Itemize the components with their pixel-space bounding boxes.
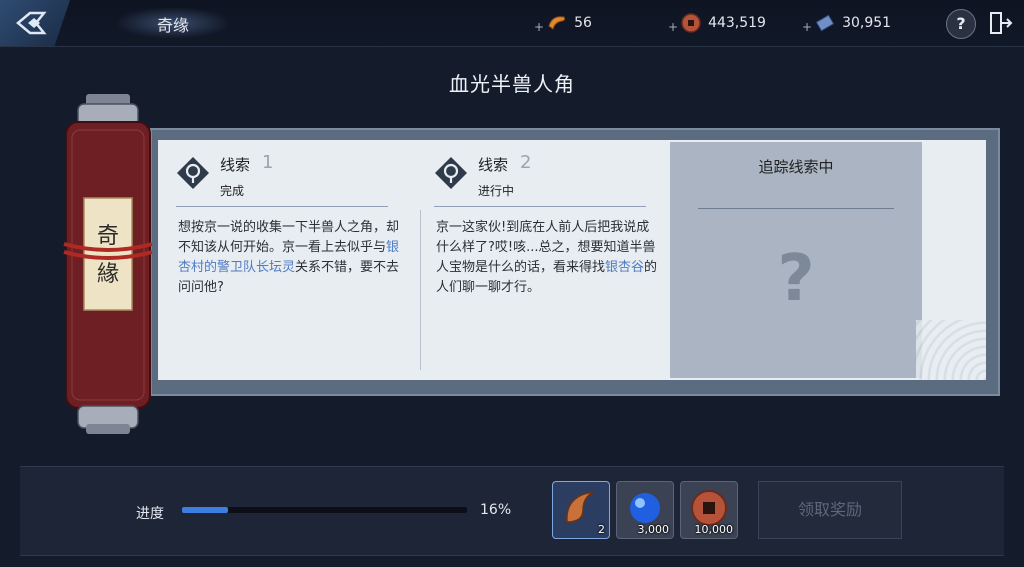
reward-slot-orb[interactable]: 3,000 [616, 481, 674, 539]
horn-count: 56 [574, 15, 592, 31]
help-button[interactable]: ? [946, 9, 976, 39]
clue-highlight: 银杏谷 [605, 260, 645, 275]
clue-panel-inner: 线索 1 完成 想按京一说的收集一下半兽人之角，却不知该从何开始。京一看上去似乎… [158, 140, 986, 380]
resource-copper[interactable]: + 443,519 [668, 10, 766, 36]
reward-slot-horn[interactable]: 2 [552, 481, 610, 539]
progress-percent: 16% [480, 502, 512, 518]
resource-horn[interactable]: + 56 [534, 10, 592, 36]
back-arrow-icon [16, 11, 47, 35]
add-icon[interactable]: + [534, 20, 544, 34]
unknown-clue-icon: ? [777, 242, 815, 316]
clue-text: 想按京一说的收集一下半兽人之角，却不知该从何开始。京一看上去似乎与 [178, 220, 400, 255]
horn-icon [548, 16, 566, 30]
progress-label: 进度 [136, 506, 164, 522]
progress-fill [182, 507, 228, 513]
bottom-bar: 进度 16% 2 3,000 10,000 领取奖励 [20, 466, 1004, 556]
magnifier-icon [435, 157, 467, 189]
clue-description: 想按京一说的收集一下半兽人之角，却不知该从何开始。京一看上去似乎与银杏村的警卫队… [178, 218, 404, 298]
back-button[interactable] [0, 0, 70, 46]
top-bar: 奇缘 + 56 + 443,519 + 30,951 ? [0, 0, 1024, 47]
clue-label: 线索 [220, 156, 251, 174]
ticket-icon [815, 14, 835, 32]
clue-status: 进行中 [478, 184, 515, 198]
divider [434, 206, 646, 207]
clue-card-2[interactable]: 线索 2 进行中 京一这家伙!到底在人前人后把我说成什么样了?哎!咳...总之，… [416, 140, 674, 380]
clue-card-1[interactable]: 线索 1 完成 想按京一说的收集一下半兽人之角，却不知该从何开始。京一看上去似乎… [158, 140, 416, 380]
reward-count: 3,000 [637, 523, 670, 536]
reward-count: 10,000 [694, 523, 734, 536]
copper-count: 443,519 [708, 15, 766, 31]
clue-label: 线索 [478, 156, 509, 174]
scroll-label: 奇 緣 [96, 224, 119, 287]
divider [698, 208, 894, 209]
magnifier-icon [177, 157, 209, 189]
copper-coin-icon [681, 13, 701, 33]
tab-qiyuan: 奇缘 [118, 8, 228, 38]
clue-number: 1 [262, 152, 274, 173]
tracking-clue-card[interactable]: 追踪线索中 ? [670, 142, 922, 378]
clue-panel: 线索 1 完成 想按京一说的收集一下半兽人之角，却不知该从何开始。京一看上去似乎… [150, 128, 1000, 396]
tab-title: 奇缘 [156, 16, 189, 35]
clue-number: 2 [520, 152, 532, 173]
reward-count: 2 [598, 523, 605, 536]
reward-slot-coin[interactable]: 10,000 [680, 481, 738, 539]
progress-bar [182, 507, 467, 513]
ticket-count: 30,951 [842, 15, 892, 31]
page-title: 血光半兽人角 [449, 72, 575, 96]
add-icon[interactable]: + [802, 20, 812, 34]
tracking-title: 追踪线索中 [758, 158, 834, 176]
clue-description: 京一这家伙!到底在人前人后把我说成什么样了?哎!咳...总之，想要知道半兽人宝物… [436, 218, 662, 298]
divider [176, 206, 388, 207]
add-icon[interactable]: + [668, 20, 678, 34]
wave-pattern-decoration [916, 320, 986, 380]
claim-reward-button[interactable]: 领取奖励 [758, 481, 902, 539]
clue-status: 完成 [220, 184, 245, 198]
exit-icon[interactable] [988, 10, 1014, 36]
resource-ticket[interactable]: + 30,951 [802, 10, 891, 36]
